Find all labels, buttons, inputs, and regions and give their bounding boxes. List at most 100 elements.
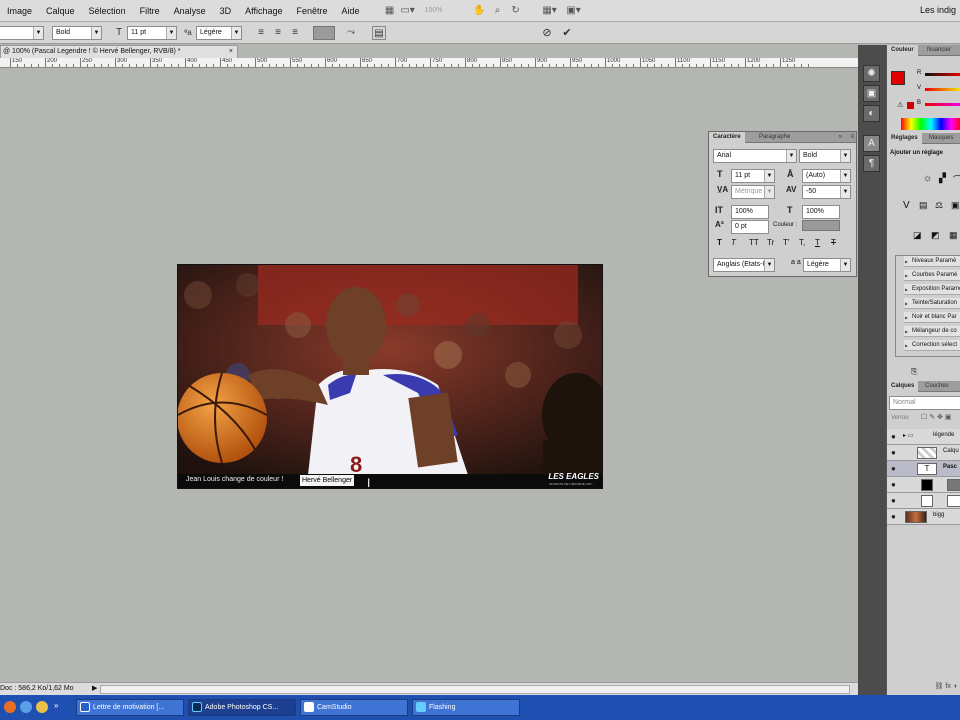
menu-fenetre[interactable]: Fenêtre	[290, 6, 335, 16]
layer-black-fill[interactable]: ●	[887, 477, 960, 493]
hand-tool-icon[interactable]: ✋	[471, 3, 489, 19]
align-right-icon[interactable]: ≡	[288, 26, 302, 40]
caption-selected-text[interactable]: Hervé Bellenger	[300, 475, 355, 486]
character-icon[interactable]: A	[863, 135, 880, 152]
lock-icons[interactable]: ☐ ✎ ✥ ▣	[921, 413, 951, 421]
cancel-circle-icon[interactable]: ⊘	[540, 26, 554, 40]
menu-image[interactable]: Image	[0, 6, 39, 16]
hue-saturation-icon[interactable]: ▤	[919, 200, 928, 211]
color-balance-icon[interactable]: ⚖	[935, 200, 943, 211]
firefox-icon[interactable]	[4, 701, 16, 713]
strikethrough-button[interactable]: T	[831, 238, 836, 247]
eye-icon[interactable]: ●	[891, 512, 896, 521]
align-center-icon[interactable]: ≡	[271, 26, 285, 40]
tab-couleur[interactable]: Couleur	[887, 45, 918, 56]
eye-icon[interactable]: ●	[891, 432, 896, 441]
caption-text[interactable]: Jean Louis change de couleur !	[186, 476, 283, 483]
warp-text-icon[interactable]: ⤳	[344, 26, 358, 40]
color-spectrum[interactable]	[901, 118, 960, 130]
vibrance-icon[interactable]: V	[903, 200, 910, 211]
menu-filtre[interactable]: Filtre	[133, 6, 167, 16]
eye-icon[interactable]: ●	[891, 464, 896, 473]
levels-icon[interactable]: ▞	[939, 173, 946, 184]
layer-bigg[interactable]: ● bigg	[887, 509, 960, 525]
adjust-panel-footer-icon[interactable]: ⎘	[911, 367, 917, 377]
preset-teinte[interactable]: Teinte/Saturation	[904, 298, 960, 309]
char-baseline-input[interactable]: 0 pt	[731, 220, 769, 234]
invert-icon[interactable]: ▦	[949, 230, 958, 241]
preset-exposition[interactable]: Exposition Parame	[904, 284, 960, 295]
font-size-select[interactable]: 11 pt ▼	[127, 26, 177, 40]
toggle-panels-icon[interactable]: ▤	[372, 26, 386, 40]
extras-icon[interactable]: ▣▾	[565, 3, 583, 19]
layers-footer-icons[interactable]: ⛓ fx ◑	[887, 682, 960, 694]
char-hscale-input[interactable]: 100%	[802, 205, 840, 219]
screen-mode-icon[interactable]: ▭▾	[399, 3, 417, 19]
zoom-tool-icon[interactable]: ⌕	[489, 3, 507, 19]
tab-couches[interactable]: Couches	[921, 381, 953, 392]
preset-courbes[interactable]: Courbes Paramè	[904, 270, 960, 281]
layer-group-legende[interactable]: ● ▸ ▭ légende	[887, 429, 960, 445]
preset-melangeur[interactable]: Mélangeur de co	[904, 326, 960, 337]
char-font-family-select[interactable]: Arial ▼	[713, 149, 797, 163]
arrange-documents-icon[interactable]: ▦▾	[541, 3, 559, 19]
char-font-style-select[interactable]: Bold ▼	[799, 149, 851, 163]
char-size-select[interactable]: 11 pt ▼	[731, 169, 775, 183]
char-tracking-select[interactable]: -50 ▼	[802, 185, 851, 199]
menu-aide[interactable]: Aide	[335, 6, 367, 16]
messenger-icon[interactable]	[36, 701, 48, 713]
tab-caractere[interactable]: Caractère	[709, 132, 745, 143]
text-color-swatch[interactable]	[313, 26, 335, 40]
underline-button[interactable]: T	[815, 238, 820, 247]
brightness-icon[interactable]: ☼	[923, 173, 932, 184]
eye-icon[interactable]: ●	[891, 496, 896, 505]
char-leading-select[interactable]: (Auto) ▼	[802, 169, 851, 183]
tab-masques[interactable]: Masques	[925, 133, 957, 144]
tab-paragraphe[interactable]: Paragraphe	[755, 132, 794, 143]
info-icon[interactable]: ◐	[863, 105, 880, 122]
subscript-button[interactable]: T,	[799, 238, 805, 247]
horizontal-scrollbar[interactable]	[100, 685, 850, 694]
task-flashing[interactable]: Flashing	[412, 699, 520, 716]
char-color-swatch[interactable]	[802, 220, 840, 231]
layer-calque[interactable]: ● Calqu	[887, 445, 960, 461]
all-caps-button[interactable]: TT	[749, 238, 759, 247]
black-white-icon[interactable]: ▣	[951, 200, 960, 211]
antialias-select[interactable]: Légère ▼	[196, 26, 242, 40]
faux-italic-button[interactable]: T	[731, 238, 736, 247]
green-slider[interactable]	[925, 88, 960, 91]
panel-menu-icon[interactable]: ≡	[850, 132, 854, 143]
layer-text-pascal[interactable]: ● T Pasc	[887, 461, 960, 477]
font-family-select[interactable]: ▼	[0, 26, 44, 40]
small-caps-button[interactable]: Tr	[767, 238, 774, 247]
menu-3d[interactable]: 3D	[213, 6, 239, 16]
eye-icon[interactable]: ●	[891, 448, 896, 457]
ie-icon[interactable]	[20, 701, 32, 713]
blue-slider[interactable]	[925, 103, 960, 106]
task-lettre-motivation[interactable]: Lettre de motivation [...	[76, 699, 184, 716]
document-tab[interactable]: @ 100% (Pascal Legendre ! © Hervé Bellen…	[0, 45, 238, 58]
language-select[interactable]: Anglais (Etats-U... ▼	[713, 258, 775, 272]
char-kerning-select[interactable]: Métrique ▼	[731, 185, 775, 199]
char-antialias-select[interactable]: Légère ▼	[803, 258, 851, 272]
font-style-select[interactable]: Bold ▼	[52, 26, 102, 40]
menu-calque[interactable]: Calque	[39, 6, 82, 16]
align-left-icon[interactable]: ≡	[254, 26, 268, 40]
task-photoshop[interactable]: Adobe Photoshop CS...	[188, 699, 296, 716]
zoom-level[interactable]: 100%	[425, 4, 465, 18]
paragraph-icon[interactable]: ¶	[863, 155, 880, 172]
quick-launch-more-icon[interactable]: »	[54, 701, 58, 710]
rotate-view-icon[interactable]: ↻	[507, 3, 525, 19]
curves-icon[interactable]: ⌒	[953, 173, 960, 186]
tab-calques[interactable]: Calques	[887, 381, 919, 392]
bridge-icon[interactable]: ▦	[381, 3, 399, 19]
foreground-color-swatch[interactable]	[891, 71, 905, 85]
menu-selection[interactable]: Sélection	[82, 6, 133, 16]
clone-source-icon[interactable]: ▣	[863, 85, 880, 102]
superscript-button[interactable]: T'	[783, 238, 789, 247]
preset-niveaux[interactable]: Niveaux Paramè	[904, 256, 960, 267]
red-slider[interactable]	[925, 73, 960, 76]
preset-correction[interactable]: Correction sélect	[904, 340, 960, 351]
close-icon[interactable]: ×	[229, 46, 233, 58]
preset-noir-blanc[interactable]: Noir et blanc Par	[904, 312, 960, 323]
